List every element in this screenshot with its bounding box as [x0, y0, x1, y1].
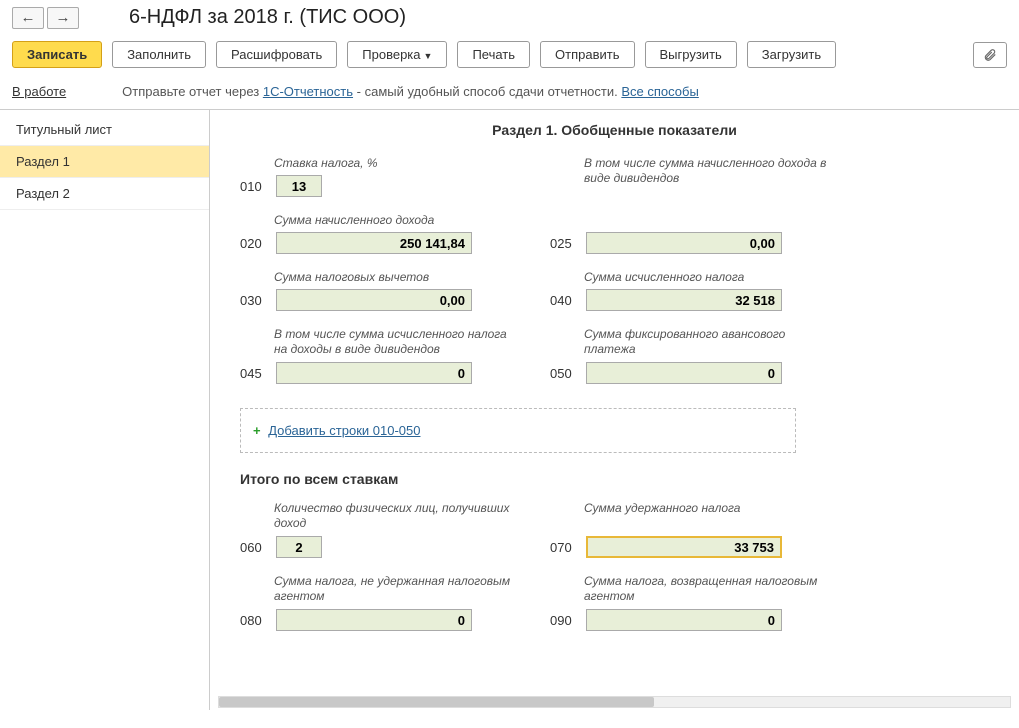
field-040[interactable]: [586, 289, 782, 311]
label-returned: Сумма налога, возвращенная налоговым аге…: [584, 574, 830, 606]
info-text: Отправьте отчет через 1С-Отчетность - са…: [122, 84, 699, 99]
add-rows-box: + Добавить строки 010-050: [240, 408, 796, 453]
label-dividends: В том числе сумма начисленного дохода в …: [584, 156, 830, 204]
paperclip-icon: [983, 48, 997, 62]
import-button[interactable]: Загрузить: [747, 41, 836, 68]
label-deductions: Сумма налоговых вычетов: [274, 270, 520, 286]
fill-button[interactable]: Заполнить: [112, 41, 206, 68]
field-070[interactable]: [586, 536, 782, 558]
code-040: 040: [550, 293, 578, 308]
sidebar: Титульный лист Раздел 1 Раздел 2: [0, 110, 210, 710]
label-income: Сумма начисленного дохода: [274, 213, 520, 229]
field-090[interactable]: [586, 609, 782, 631]
send-button[interactable]: Отправить: [540, 41, 634, 68]
code-080: 080: [240, 613, 268, 628]
totals-title: Итого по всем ставкам: [240, 471, 999, 487]
code-025: 025: [550, 236, 578, 251]
plus-icon: +: [253, 423, 261, 438]
sidebar-item-title-page[interactable]: Титульный лист: [0, 114, 209, 146]
code-090: 090: [550, 613, 578, 628]
attach-button[interactable]: [973, 42, 1007, 68]
sidebar-item-section2[interactable]: Раздел 2: [0, 178, 209, 210]
horizontal-scrollbar[interactable]: [218, 696, 1011, 708]
add-rows-link[interactable]: Добавить строки 010-050: [268, 423, 420, 438]
label-not-withheld: Сумма налога, не удержанная налоговым аг…: [274, 574, 520, 606]
page-title: 6-НДФЛ за 2018 г. (ТИС ООО): [129, 6, 406, 29]
code-045: 045: [240, 366, 268, 381]
chevron-down-icon: ▼: [424, 51, 433, 61]
code-050: 050: [550, 366, 578, 381]
code-070: 070: [550, 540, 578, 555]
field-025[interactable]: [586, 232, 782, 254]
status-link[interactable]: В работе: [12, 84, 66, 99]
field-020[interactable]: [276, 232, 472, 254]
export-button[interactable]: Выгрузить: [645, 41, 737, 68]
field-010[interactable]: [276, 175, 322, 197]
label-withheld: Сумма удержанного налога: [584, 501, 830, 533]
field-080[interactable]: [276, 609, 472, 631]
back-button[interactable]: ←: [12, 7, 44, 29]
code-010: 010: [240, 179, 268, 194]
print-button[interactable]: Печать: [457, 41, 530, 68]
label-persons: Количество физических лиц, получивших до…: [274, 501, 520, 533]
field-030[interactable]: [276, 289, 472, 311]
field-060[interactable]: [276, 536, 322, 558]
decode-button[interactable]: Расшифровать: [216, 41, 337, 68]
code-060: 060: [240, 540, 268, 555]
field-045[interactable]: [276, 362, 472, 384]
all-methods-link[interactable]: Все способы: [621, 84, 698, 99]
forward-button[interactable]: →: [47, 7, 79, 29]
label-calc-tax-div: В том числе сумма исчисленного налога на…: [274, 327, 520, 359]
scrollbar-thumb[interactable]: [219, 697, 654, 707]
save-button[interactable]: Записать: [12, 41, 102, 68]
content-area: Раздел 1. Обобщенные показатели Ставка н…: [210, 110, 1019, 710]
check-button[interactable]: Проверка▼: [347, 41, 447, 68]
field-050[interactable]: [586, 362, 782, 384]
reporting-link[interactable]: 1С-Отчетность: [263, 84, 353, 99]
label-fixed-advance: Сумма фиксированного авансового платежа: [584, 327, 830, 359]
code-030: 030: [240, 293, 268, 308]
sidebar-item-section1[interactable]: Раздел 1: [0, 146, 209, 178]
label-rate: Ставка налога, %: [274, 156, 520, 172]
section-title: Раздел 1. Обобщенные показатели: [230, 122, 999, 138]
label-calculated-tax: Сумма исчисленного налога: [584, 270, 830, 286]
code-020: 020: [240, 236, 268, 251]
